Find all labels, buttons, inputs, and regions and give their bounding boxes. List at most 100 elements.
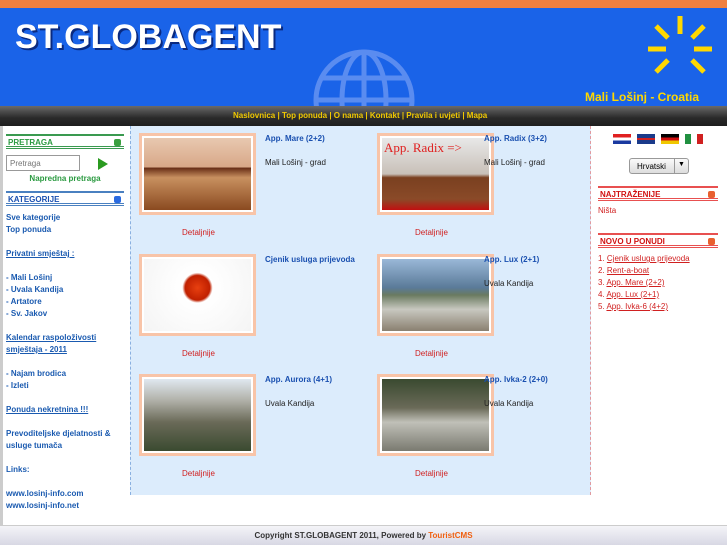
- cat-item[interactable]: - Mali Lošinj: [6, 272, 124, 284]
- listing-card: App. Radix => App. Radix (3+2) Mali Loši…: [369, 126, 597, 246]
- cat-item[interactable]: - Sv. Jakov: [6, 308, 124, 320]
- listing-photo[interactable]: [377, 254, 494, 336]
- details-link[interactable]: Detaljnije: [182, 228, 215, 237]
- listing-title[interactable]: App. Radix (3+2): [484, 134, 547, 143]
- listing-photo[interactable]: App. Radix =>: [377, 133, 494, 215]
- cat-item[interactable]: Ponuda nekretnina !!!: [6, 404, 124, 416]
- listings-grid: App. Mare (2+2) Mali Lošinj - grad Detal…: [130, 126, 591, 495]
- copyright-text: Copyright ST.GLOBAGENT 2011, Powered by: [254, 531, 429, 540]
- search-title: PRETRAGA: [8, 138, 53, 147]
- chevron-down-icon[interactable]: ▼: [674, 159, 688, 173]
- listing-card: App. Ivka-2 (2+0) Uvala Kandija Detaljni…: [369, 367, 597, 487]
- nav-pravila[interactable]: Pravila i uvjeti: [406, 111, 460, 120]
- box-icon: [708, 238, 715, 245]
- categories-title: KATEGORIJE: [8, 195, 60, 204]
- listing-title[interactable]: App. Lux (2+1): [484, 255, 539, 264]
- list-item: 2. Rent-a-boat: [598, 265, 718, 277]
- listing-photo[interactable]: [139, 374, 256, 456]
- listing-location: Uvala Kandija: [265, 399, 315, 408]
- new-item-link[interactable]: App. Mare (2+2): [606, 278, 664, 287]
- search-go-icon[interactable]: [98, 158, 108, 170]
- left-sidebar: PRETRAGA Napredna pretraga KATEGORIJE Sv…: [6, 126, 124, 512]
- link-item[interactable]: www.losinj-info.com: [6, 488, 124, 500]
- cat-item[interactable]: - Uvala Kandija: [6, 284, 124, 296]
- nav-naslovnica[interactable]: Naslovnica: [233, 111, 275, 120]
- cat-item[interactable]: Top ponuda: [6, 224, 124, 236]
- main-nav: Naslovnica | Top ponuda | O nama | Konta…: [0, 106, 727, 126]
- popular-header: NAJTRAŽENIJE: [598, 186, 718, 201]
- link-item[interactable]: www.losinj-info.net: [6, 500, 124, 512]
- sun-icon: [648, 16, 712, 74]
- search-header: PRETRAGA: [6, 134, 124, 149]
- details-link[interactable]: Detaljnije: [182, 349, 215, 358]
- listing-card: App. Aurora (4+1) Uvala Kandija Detaljni…: [131, 367, 359, 487]
- touristcms-link[interactable]: TouristCMS: [428, 531, 472, 540]
- listing-photo[interactable]: [139, 133, 256, 215]
- list-item: 1. Cjenik usluga prijevoda: [598, 253, 718, 265]
- cat-item[interactable]: Prevoditeljske djelatnosti & usluge tuma…: [6, 428, 124, 452]
- nav-kontakt[interactable]: Kontakt: [370, 111, 400, 120]
- left-edge: [0, 126, 3, 525]
- new-item-link[interactable]: Rent-a-boat: [607, 266, 649, 275]
- listing-location: Uvala Kandija: [484, 279, 534, 288]
- category-list: Sve kategorije Top ponuda Privatni smješ…: [6, 212, 124, 512]
- tagline: Mali Lošinj - Croatia: [585, 90, 700, 104]
- popular-title: NAJTRAŽENIJE: [600, 190, 661, 199]
- new-item-link[interactable]: App. Ivka-6 (4+2): [606, 302, 668, 311]
- flag-germany-icon[interactable]: [661, 134, 679, 144]
- listing-title[interactable]: App. Ivka-2 (2+0): [484, 375, 548, 384]
- cat-item[interactable]: Kalendar raspoloživosti smještaja - 2011: [6, 332, 124, 356]
- cat-item[interactable]: Privatni smještaj :: [6, 248, 124, 260]
- list-item: 4. App. Lux (2+1): [598, 289, 718, 301]
- right-sidebar: Hrvatski ▼ NAJTRAŽENIJE Ništa NOVO U PONU…: [598, 126, 718, 313]
- listing-location: Uvala Kandija: [484, 399, 534, 408]
- details-link[interactable]: Detaljnije: [415, 349, 448, 358]
- list-num: 2.: [598, 266, 607, 275]
- listing-card: Cjenik usluga prijevoda Detaljnije: [131, 247, 359, 367]
- listing-card: App. Lux (2+1) Uvala Kandija Detaljnije: [369, 247, 597, 367]
- nav-mapa[interactable]: Mapa: [467, 111, 487, 120]
- details-link[interactable]: Detaljnije: [415, 228, 448, 237]
- details-link[interactable]: Detaljnije: [182, 469, 215, 478]
- box-icon: [708, 191, 715, 198]
- flag-uk-icon[interactable]: [637, 134, 655, 144]
- nav-o-nama[interactable]: O nama: [334, 111, 363, 120]
- language-value: Hrvatski: [637, 162, 666, 171]
- advanced-search-link[interactable]: Napredna pretraga: [6, 174, 124, 183]
- cat-item[interactable]: - Izleti: [6, 380, 124, 392]
- popular-text: Ništa: [598, 206, 617, 215]
- box-icon: [114, 196, 121, 203]
- listing-title[interactable]: App. Aurora (4+1): [265, 375, 332, 384]
- flag-croatia-icon[interactable]: [613, 134, 631, 144]
- language-flags: [598, 134, 718, 144]
- cat-item[interactable]: Sve kategorije: [6, 212, 124, 224]
- listing-title[interactable]: App. Mare (2+2): [265, 134, 325, 143]
- listing-location: Mali Lošinj - grad: [265, 158, 326, 167]
- listing-location: Mali Lošinj - grad: [484, 158, 545, 167]
- list-item: 3. App. Mare (2+2): [598, 277, 718, 289]
- new-item-link[interactable]: App. Lux (2+1): [606, 290, 659, 299]
- cat-item[interactable]: - Najam brodica: [6, 368, 124, 380]
- header-banner: ST.GLOBAGENT Mali Lošinj - Croatia: [0, 8, 727, 106]
- cat-label: Links:: [6, 465, 30, 474]
- new-list: 1. Cjenik usluga prijevoda 2. Rent-a-boa…: [598, 253, 718, 313]
- nav-top-ponuda[interactable]: Top ponuda: [282, 111, 327, 120]
- site-logo[interactable]: ST.GLOBAGENT: [15, 18, 281, 57]
- listing-card: App. Mare (2+2) Mali Lošinj - grad Detal…: [131, 126, 359, 246]
- listing-photo[interactable]: [139, 254, 256, 336]
- details-link[interactable]: Detaljnije: [415, 469, 448, 478]
- search-input[interactable]: [6, 155, 80, 171]
- globe-icon: [313, 49, 415, 106]
- listing-title[interactable]: Cjenik usluga prijevoda: [265, 255, 355, 264]
- box-icon: [114, 139, 121, 146]
- listing-photo[interactable]: [377, 374, 494, 456]
- new-header: NOVO U PONUDI: [598, 233, 718, 248]
- new-title: NOVO U PONUDI: [600, 237, 665, 246]
- top-stripe: [0, 0, 727, 8]
- footer: Copyright ST.GLOBAGENT 2011, Powered by …: [0, 525, 727, 545]
- flag-italy-icon[interactable]: [685, 134, 703, 144]
- search-form: [6, 155, 124, 171]
- new-item-link[interactable]: Cjenik usluga prijevoda: [607, 254, 690, 263]
- language-select[interactable]: Hrvatski ▼: [629, 158, 689, 174]
- cat-item[interactable]: - Artatore: [6, 296, 124, 308]
